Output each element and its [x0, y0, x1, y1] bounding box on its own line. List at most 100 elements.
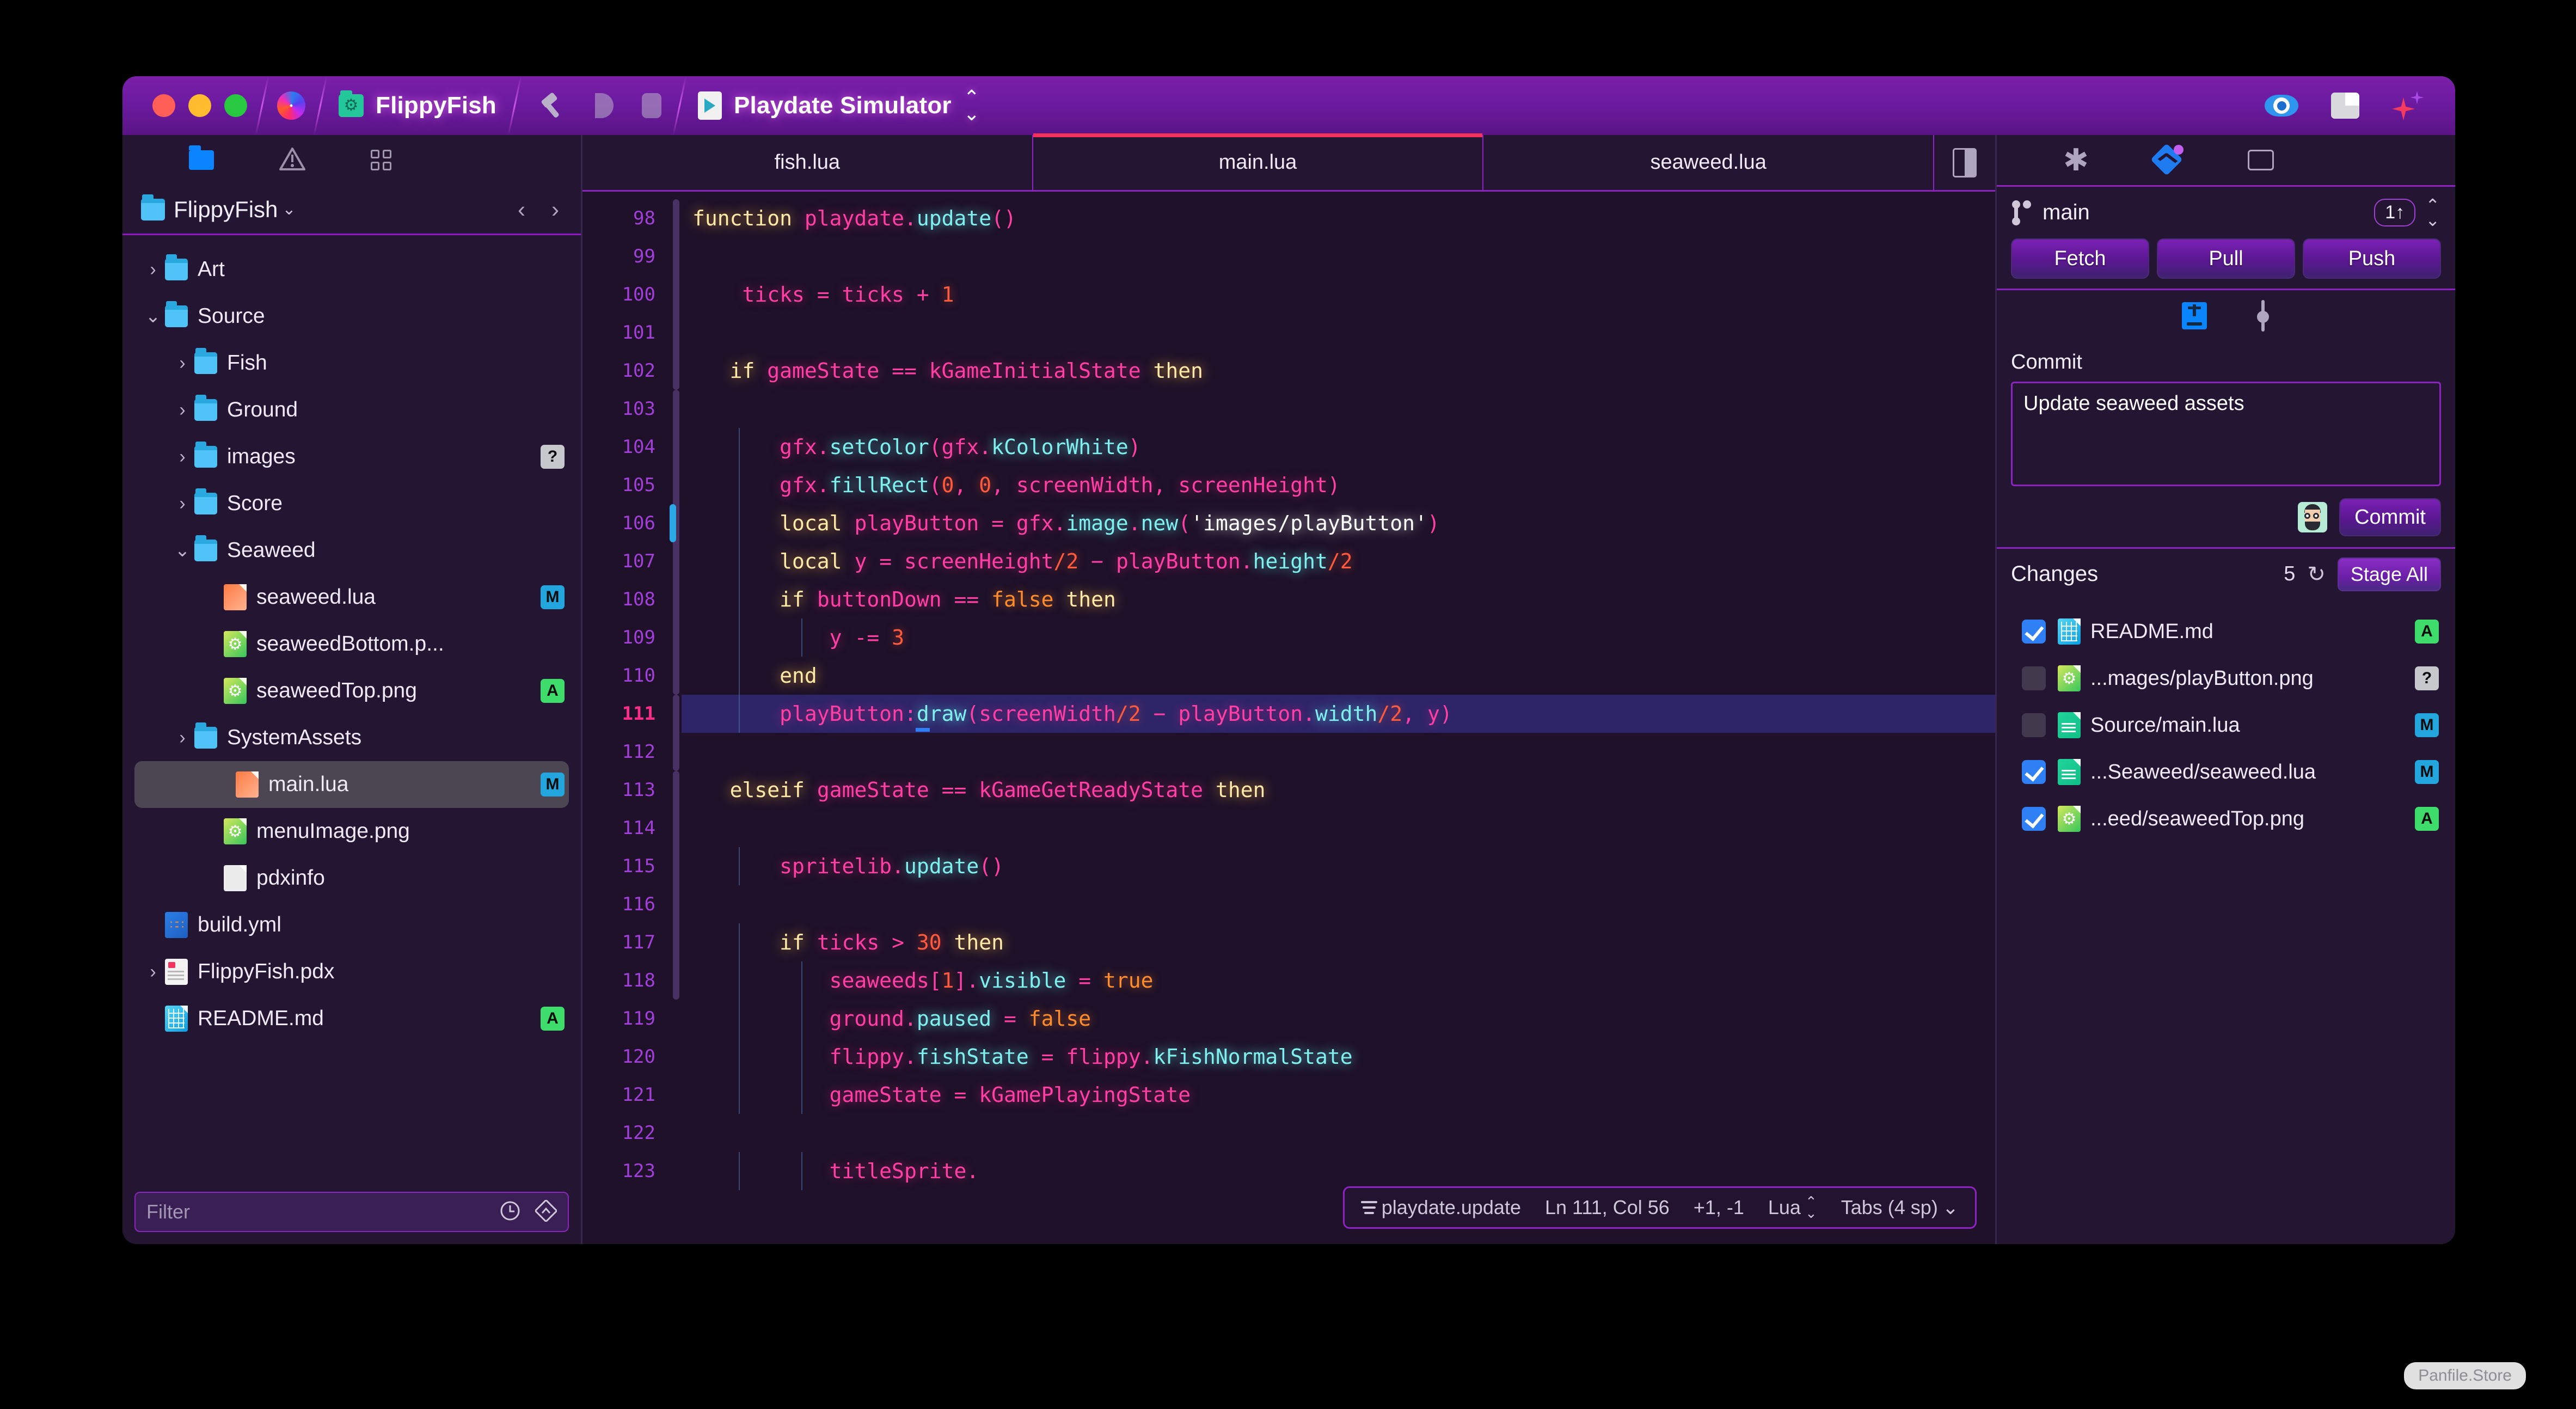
tree-item[interactable]: ›seaweedBottom.p... [122, 621, 581, 667]
stage-checkbox[interactable] [2022, 760, 2046, 784]
eye-icon[interactable] [2265, 95, 2298, 117]
snippets-asterisk-icon[interactable]: ✱ [2063, 145, 2089, 175]
stage-checkbox[interactable] [2022, 807, 2046, 831]
refresh-icon[interactable]: ↻ [2307, 562, 2326, 587]
layout-panel-icon[interactable] [2331, 93, 2359, 119]
code-line[interactable] [682, 237, 1995, 275]
inspector-chip-icon[interactable] [2247, 150, 2274, 170]
tree-item[interactable]: ›seaweed.luaM [122, 574, 581, 621]
chevron-right-icon[interactable]: › [141, 259, 165, 280]
pull-button[interactable]: Pull [2157, 238, 2295, 279]
symbol-breadcrumb[interactable]: playdate.update [1360, 1196, 1521, 1219]
project-chip[interactable]: FlippyFish [335, 90, 500, 119]
code-area[interactable]: 98 99 100 101 102 103 104 105 106 107 108 109 110 111… [582, 192, 1995, 1244]
close-button[interactable] [152, 94, 175, 117]
editor-tab[interactable]: fish.lua [582, 135, 1033, 190]
zoom-button[interactable] [224, 94, 247, 117]
tree-item[interactable]: ›main.luaM [134, 761, 569, 808]
commit-button[interactable]: Commit [2339, 498, 2441, 536]
file-tree[interactable]: › Art ⌄ Source › Fish › Ground › images? › Score ⌄ Se… [122, 235, 581, 1192]
split-editor-icon[interactable] [1953, 148, 1977, 177]
tree-item[interactable]: › Art [122, 246, 581, 293]
updown-chevron-icon[interactable]: ⌃ ⌄ [2425, 197, 2440, 229]
source-control-icon[interactable] [2150, 143, 2184, 176]
minimize-button[interactable] [188, 94, 211, 117]
code-line[interactable]: if buttonDown == false then [682, 580, 1995, 618]
code-line[interactable]: if gameState == kGameInitialState then [682, 352, 1995, 390]
change-row[interactable]: ...mages/playButton.png? [1997, 655, 2455, 702]
chevron-right-icon[interactable]: › [170, 493, 194, 514]
code-line[interactable]: local playButton = gfx.image.new('images… [682, 504, 1995, 542]
nova-swirl-icon[interactable] [277, 91, 305, 120]
nav-back-icon[interactable]: ‹ [518, 197, 525, 223]
code-line[interactable] [682, 390, 1995, 428]
fetch-button[interactable]: Fetch [2011, 238, 2149, 279]
nav-forward-icon[interactable]: › [551, 197, 559, 223]
filter-input[interactable]: Filter [146, 1200, 190, 1223]
editor-tab[interactable]: main.lua [1033, 133, 1484, 190]
code-line[interactable]: local y = screenHeight/2 − playButton.he… [682, 542, 1995, 580]
run-icon[interactable] [595, 93, 614, 118]
code-line[interactable]: end [682, 657, 1995, 695]
commit-message-input[interactable]: Update seaweed assets [2011, 382, 2441, 486]
tree-item[interactable]: ›build.yml [122, 902, 581, 948]
push-button[interactable]: Push [2303, 238, 2441, 279]
tree-item[interactable]: › SystemAssets [122, 714, 581, 761]
tree-item[interactable]: › Score [122, 480, 581, 527]
chevron-down-icon[interactable]: ⌄ [141, 305, 165, 327]
code-line[interactable]: spritelib.update() [682, 847, 1995, 885]
tree-item[interactable]: ›menuImage.png [122, 808, 581, 855]
changes-list[interactable]: README.mdA...mages/playButton.png?Source… [1997, 599, 2455, 842]
chevron-down-icon[interactable]: ⌄ [282, 200, 296, 219]
tree-item[interactable]: ›README.mdA [122, 995, 581, 1042]
symbols-icon[interactable] [371, 150, 391, 170]
code-line[interactable] [682, 1114, 1995, 1152]
code-line[interactable]: ticks = ticks + 1 [682, 275, 1995, 314]
code-line[interactable]: playButton:draw(screenWidth/2 − playButt… [682, 695, 1995, 733]
fold-column[interactable] [670, 192, 682, 1244]
code-line[interactable]: function playdate.update() [682, 199, 1995, 237]
editor-tab[interactable]: seaweed.lua [1483, 135, 1935, 190]
hammer-icon[interactable] [541, 93, 567, 119]
filter-bar[interactable]: Filter [134, 1192, 569, 1232]
scm-filter-icon[interactable] [534, 1198, 558, 1224]
chevron-right-icon[interactable]: › [170, 727, 194, 749]
stage-checkbox[interactable] [2022, 620, 2046, 644]
code-line[interactable]: gameState = kGamePlayingState [682, 1076, 1995, 1114]
tree-item[interactable]: › FlippyFish.pdx [122, 948, 581, 995]
tree-item[interactable]: ⌄ Seaweed [122, 527, 581, 574]
stop-icon[interactable] [642, 93, 661, 118]
code-line[interactable]: if ticks > 30 then [682, 923, 1995, 961]
unstage-icon[interactable] [2256, 299, 2270, 332]
change-row[interactable]: ...Seaweed/seaweed.lua M [1997, 749, 2455, 795]
code-line[interactable]: gfx.fillRect(0, 0, screenWidth, screenHe… [682, 466, 1995, 504]
code-line[interactable]: seaweeds[1].visible = true [682, 961, 1995, 1000]
change-row[interactable]: ...eed/seaweedTop.png A [1997, 795, 2455, 842]
code-line[interactable]: elseif gameState == kGameGetReadyState t… [682, 771, 1995, 809]
code-line[interactable]: flippy.fishState = flippy.kFishNormalSta… [682, 1038, 1995, 1076]
chevron-right-icon[interactable]: › [170, 446, 194, 468]
code-line[interactable] [682, 733, 1995, 771]
stage-selected-icon[interactable] [2182, 302, 2207, 329]
sparkles-icon[interactable] [2392, 91, 2425, 120]
change-row[interactable]: Source/main.lua M [1997, 702, 2455, 749]
chevron-right-icon[interactable]: › [170, 400, 194, 421]
chevron-right-icon[interactable]: › [141, 961, 165, 983]
tree-item[interactable]: ⌄ Source [122, 293, 581, 340]
code-line[interactable]: titleSprite. [682, 1152, 1995, 1190]
target-selector[interactable]: Playdate Simulator ⌃ ⌄ [695, 88, 983, 124]
code-text[interactable]: function playdate.update() ticks = ticks… [682, 192, 1995, 1244]
indentation-selector[interactable]: Tabs (4 sp) ⌄ [1841, 1196, 1959, 1219]
code-line[interactable] [682, 314, 1995, 352]
ahead-count-badge[interactable]: 1↑ [2374, 199, 2416, 226]
issues-icon[interactable] [279, 147, 305, 174]
tree-item[interactable]: ›seaweedTop.pngA [122, 667, 581, 714]
code-line[interactable]: y -= 3 [682, 618, 1995, 657]
stage-all-button[interactable]: Stage All [2337, 557, 2441, 591]
files-icon[interactable] [189, 145, 214, 170]
code-line[interactable] [682, 809, 1995, 847]
tree-item[interactable]: › Fish [122, 340, 581, 387]
stage-checkbox[interactable] [2022, 713, 2046, 737]
stage-checkbox[interactable] [2022, 666, 2046, 690]
code-line[interactable] [682, 885, 1995, 923]
